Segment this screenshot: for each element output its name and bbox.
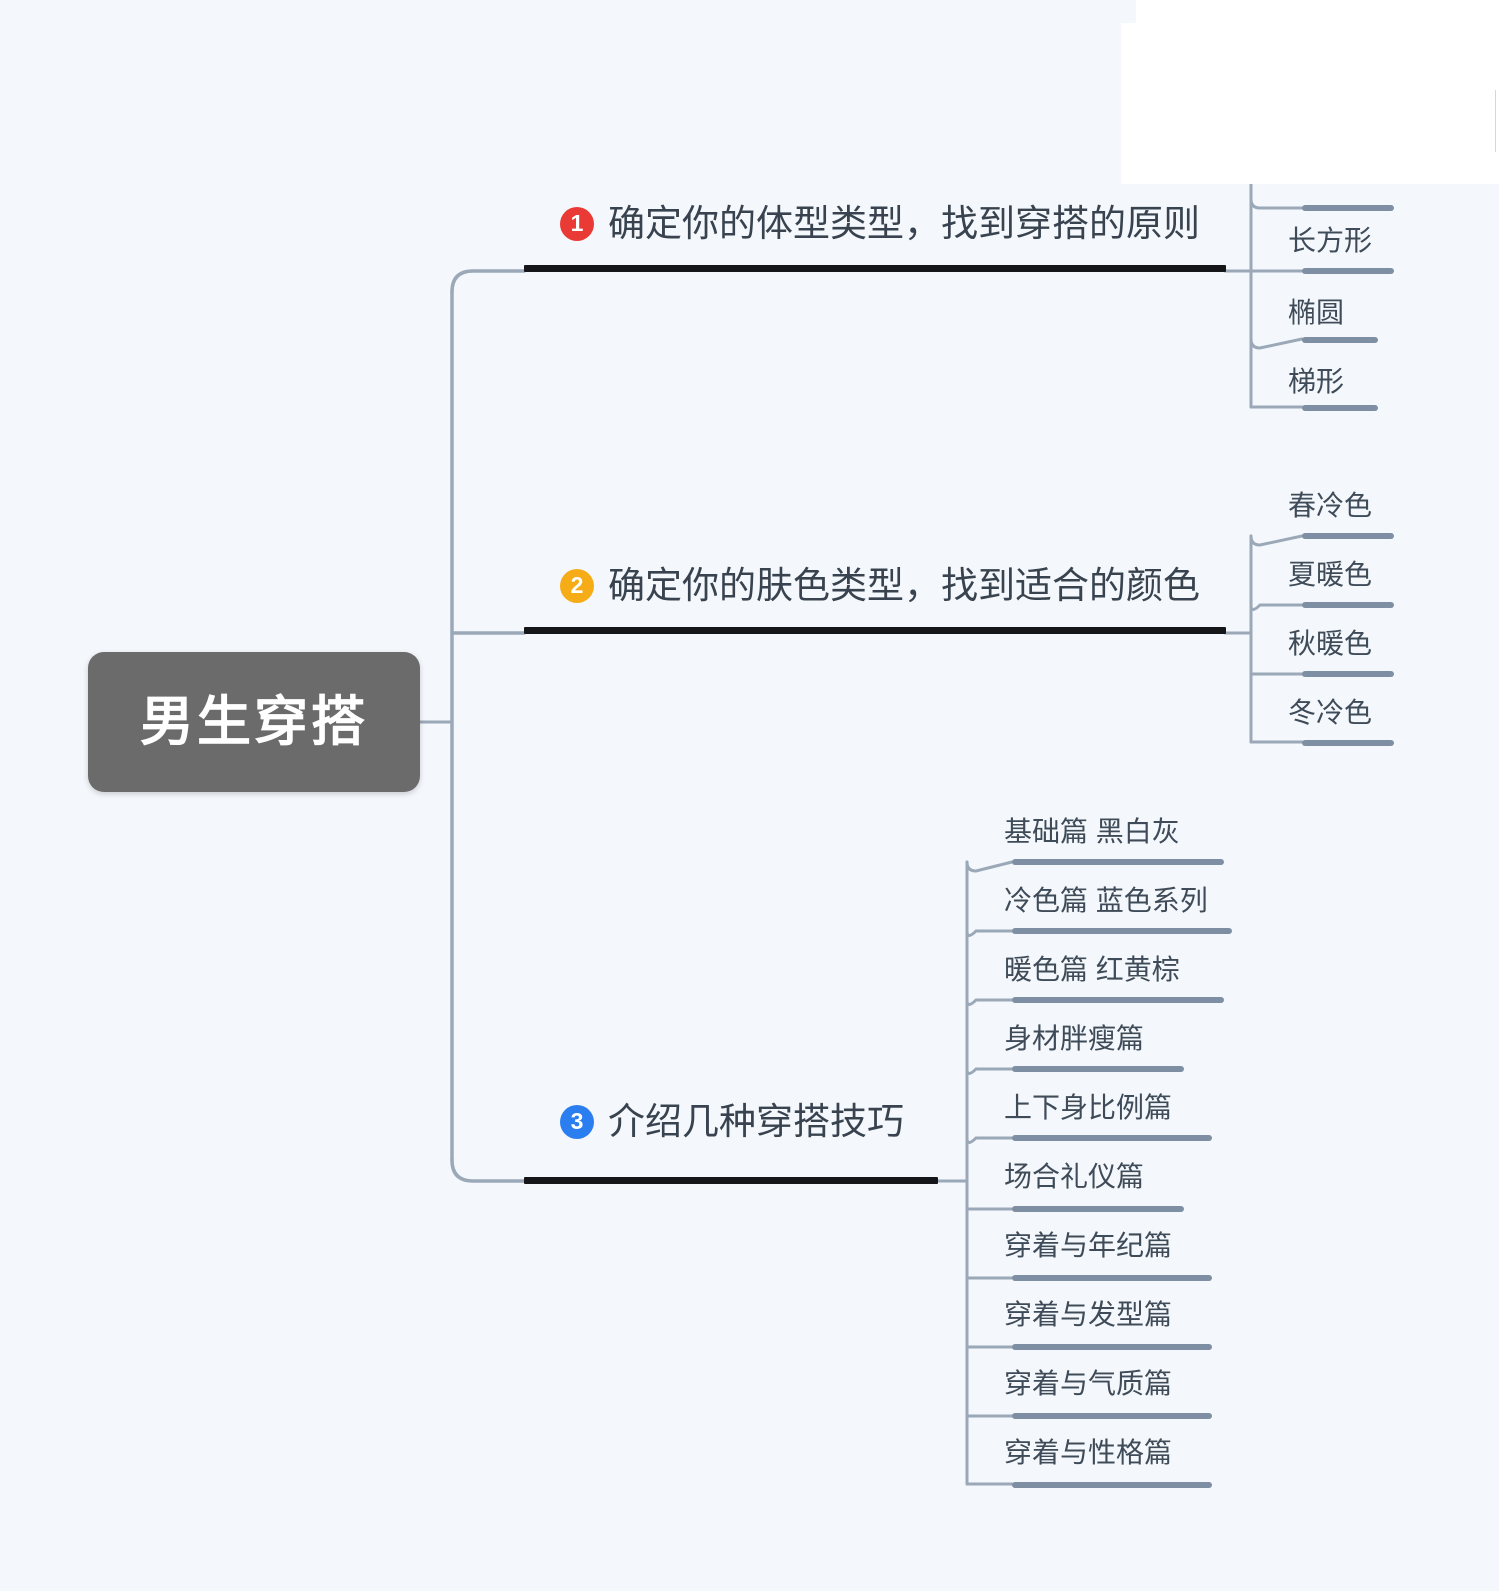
sub-item-3-5-underline bbox=[1012, 1135, 1212, 1141]
topic-1-underline bbox=[524, 265, 1226, 272]
sub-item-2-2-underline bbox=[1302, 602, 1394, 608]
sub-item-3-9-underline bbox=[1012, 1413, 1212, 1419]
sub-item-3-7-underline bbox=[1012, 1275, 1212, 1281]
sub-item-3-7[interactable]: 穿着与年纪篇 bbox=[1004, 1232, 1172, 1260]
sub-item-2-4-underline bbox=[1302, 740, 1394, 746]
sub-item-1-5[interactable]: 梯形 bbox=[1288, 368, 1344, 396]
sub-item-1-2-underline bbox=[1302, 205, 1394, 211]
topic-1[interactable]: 1 确定你的体型类型，找到穿搭的原则 bbox=[560, 205, 1200, 242]
sub-item-3-2-underline bbox=[1012, 928, 1232, 934]
sub-item-2-4[interactable]: 冬冷色 bbox=[1288, 699, 1372, 727]
sub-item-1-3[interactable]: 长方形 bbox=[1288, 227, 1372, 255]
sub-item-3-4[interactable]: 身材胖瘦篇 bbox=[1004, 1025, 1144, 1053]
sub-item-3-6[interactable]: 场合礼仪篇 bbox=[1004, 1163, 1144, 1191]
overlay-patch-top bbox=[1136, 0, 1499, 24]
topic-1-label: 确定你的体型类型，找到穿搭的原则 bbox=[608, 203, 1200, 244]
sub-item-1-4[interactable]: 椭圆 bbox=[1288, 299, 1344, 327]
pink-guide-line bbox=[1495, 90, 1496, 152]
topic-3[interactable]: 3 介绍几种穿搭技巧 bbox=[560, 1103, 904, 1140]
topic-3-underline bbox=[524, 1177, 938, 1184]
topic-2-number-badge: 2 bbox=[560, 568, 594, 603]
sub-item-1-4-underline bbox=[1302, 337, 1378, 343]
sub-item-3-6-underline bbox=[1012, 1206, 1184, 1212]
sub-item-1-5-underline bbox=[1302, 405, 1378, 411]
sub-item-3-2[interactable]: 冷色篇 蓝色系列 bbox=[1004, 887, 1208, 915]
root-node-label: 男生穿搭 bbox=[140, 692, 368, 752]
overlay-patch-main bbox=[1121, 23, 1499, 184]
root-node[interactable]: 男生穿搭 bbox=[88, 652, 420, 792]
sub-item-2-3-underline bbox=[1302, 671, 1394, 677]
sub-item-3-4-underline bbox=[1012, 1066, 1184, 1072]
sub-item-3-8-underline bbox=[1012, 1344, 1212, 1350]
topic-3-label: 介绍几种穿搭技巧 bbox=[608, 1101, 904, 1142]
topic-2-underline bbox=[524, 627, 1226, 634]
sub-item-2-1-underline bbox=[1302, 533, 1394, 539]
topic-1-number-badge: 1 bbox=[560, 206, 594, 241]
sub-item-3-10-underline bbox=[1012, 1482, 1212, 1488]
sub-item-3-10[interactable]: 穿着与性格篇 bbox=[1004, 1439, 1172, 1467]
sub-item-3-8[interactable]: 穿着与发型篇 bbox=[1004, 1301, 1172, 1329]
sub-item-3-9[interactable]: 穿着与气质篇 bbox=[1004, 1370, 1172, 1398]
sub-item-3-1-underline bbox=[1012, 859, 1224, 865]
topic-3-number-badge: 3 bbox=[560, 1104, 594, 1139]
sub-item-3-1[interactable]: 基础篇 黑白灰 bbox=[1004, 818, 1180, 846]
sub-item-2-1[interactable]: 春冷色 bbox=[1288, 492, 1372, 520]
sub-item-1-3-underline bbox=[1302, 268, 1394, 274]
mindmap-canvas: 男生穿搭 1 确定你的体型类型，找到穿搭的原则 三角形 倒三角 长方形 椭圆 梯… bbox=[0, 0, 1499, 1591]
sub-item-2-3[interactable]: 秋暖色 bbox=[1288, 630, 1372, 658]
topic-2[interactable]: 2 确定你的肤色类型，找到适合的颜色 bbox=[560, 567, 1200, 604]
sub-item-3-3-underline bbox=[1012, 997, 1224, 1003]
sub-item-3-5[interactable]: 上下身比例篇 bbox=[1004, 1094, 1172, 1122]
topic-2-label: 确定你的肤色类型，找到适合的颜色 bbox=[608, 565, 1200, 606]
sub-item-2-2[interactable]: 夏暖色 bbox=[1288, 561, 1372, 589]
sub-item-3-3[interactable]: 暖色篇 红黄棕 bbox=[1004, 956, 1180, 984]
